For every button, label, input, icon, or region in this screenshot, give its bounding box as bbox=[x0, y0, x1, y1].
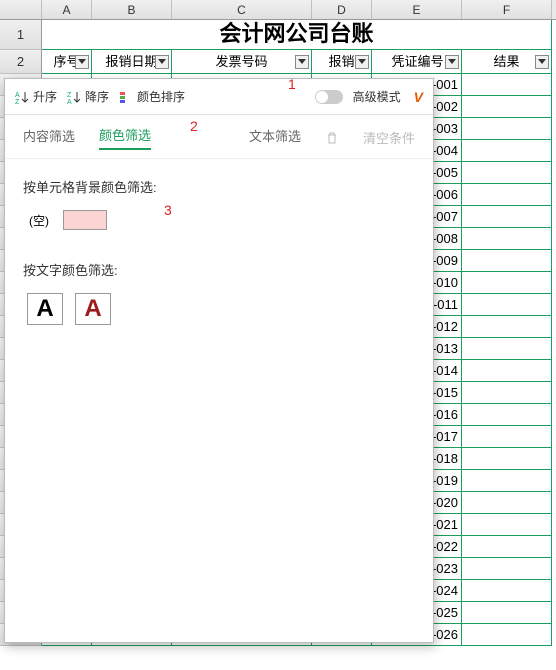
sort-desc-button[interactable]: ZA 降序 bbox=[67, 88, 109, 105]
col-A[interactable]: A bbox=[42, 0, 92, 19]
annotation-3: 3 bbox=[164, 202, 172, 218]
filter-btn-C[interactable] bbox=[295, 55, 309, 69]
cell-result[interactable] bbox=[462, 74, 552, 96]
filter-panel: AZ 升序 ZA 降序 颜色排序 高级模式 V 内容筛选 颜色筛选 文本筛选 清… bbox=[4, 78, 434, 643]
cell-result[interactable] bbox=[462, 96, 552, 118]
col-D[interactable]: D bbox=[312, 0, 372, 19]
panel-body: 按单元格背景颜色筛选: (空) 按文字颜色筛选: A A bbox=[5, 159, 433, 343]
cell-result[interactable] bbox=[462, 514, 552, 536]
svg-text:A: A bbox=[15, 92, 20, 99]
cell-result[interactable] bbox=[462, 426, 552, 448]
cell-result[interactable] bbox=[462, 206, 552, 228]
sort-desc-icon: ZA bbox=[67, 90, 81, 104]
sort-asc-button[interactable]: AZ 升序 bbox=[15, 88, 57, 105]
color-sort-icon bbox=[119, 90, 133, 104]
clear-conditions[interactable]: 清空条件 bbox=[363, 128, 415, 147]
svg-text:A: A bbox=[67, 99, 72, 104]
advanced-label: 高级模式 bbox=[353, 88, 401, 105]
header-result[interactable]: 结果 bbox=[462, 50, 552, 74]
header-person[interactable]: 报销 bbox=[312, 50, 372, 74]
vip-badge: V bbox=[414, 89, 423, 105]
color-sort-button[interactable]: 颜色排序 bbox=[119, 88, 185, 105]
cell-result[interactable] bbox=[462, 294, 552, 316]
cell-result[interactable] bbox=[462, 470, 552, 492]
font-color-red[interactable]: A bbox=[75, 293, 111, 325]
title-cell[interactable]: 会计网公司台账 bbox=[42, 20, 552, 50]
filter-btn-D[interactable] bbox=[355, 55, 369, 69]
cell-result[interactable] bbox=[462, 624, 552, 646]
header-result-label: 结果 bbox=[493, 54, 519, 69]
annotation-1: 1 bbox=[288, 76, 296, 92]
cell-result[interactable] bbox=[462, 338, 552, 360]
filter-btn-B[interactable] bbox=[155, 55, 169, 69]
font-color-black[interactable]: A bbox=[27, 293, 63, 325]
trash-icon bbox=[325, 131, 339, 145]
header-date[interactable]: 报销日期 bbox=[92, 50, 172, 74]
col-E[interactable]: E bbox=[372, 0, 462, 19]
row-2: 2 序号 报销日期 发票号码 报销 凭证编号 结果 bbox=[0, 50, 556, 74]
tab-content-filter[interactable]: 内容筛选 bbox=[23, 126, 75, 149]
cell-result[interactable] bbox=[462, 316, 552, 338]
cell-result[interactable] bbox=[462, 250, 552, 272]
sort-desc-label: 降序 bbox=[85, 88, 109, 105]
header-voucher[interactable]: 凭证编号 bbox=[372, 50, 462, 74]
cell-result[interactable] bbox=[462, 404, 552, 426]
cell-result[interactable] bbox=[462, 492, 552, 514]
tab-color-filter[interactable]: 颜色筛选 bbox=[99, 125, 151, 150]
svg-text:Z: Z bbox=[15, 99, 20, 104]
color-swatch-pink[interactable] bbox=[63, 210, 107, 230]
filter-tabs: 内容筛选 颜色筛选 文本筛选 清空条件 bbox=[5, 115, 433, 159]
cell-result[interactable] bbox=[462, 272, 552, 294]
cell-result[interactable] bbox=[462, 118, 552, 140]
header-date-label: 报销日期 bbox=[105, 54, 157, 69]
corner-cell bbox=[0, 0, 42, 19]
cell-result[interactable] bbox=[462, 382, 552, 404]
header-invoice[interactable]: 发票号码 bbox=[172, 50, 312, 74]
cell-result[interactable] bbox=[462, 448, 552, 470]
cell-result[interactable] bbox=[462, 162, 552, 184]
sort-asc-label: 升序 bbox=[33, 88, 57, 105]
bg-color-section-label: 按单元格背景颜色筛选: bbox=[23, 177, 415, 196]
filter-btn-A[interactable] bbox=[75, 55, 89, 69]
cell-result[interactable] bbox=[462, 536, 552, 558]
header-person-label: 报销 bbox=[328, 54, 354, 69]
col-F[interactable]: F bbox=[462, 0, 552, 19]
cell-result[interactable] bbox=[462, 184, 552, 206]
cell-result[interactable] bbox=[462, 580, 552, 602]
cell-result[interactable] bbox=[462, 360, 552, 382]
cell-result[interactable] bbox=[462, 602, 552, 624]
font-color-options: A A bbox=[27, 293, 415, 325]
advanced-toggle[interactable] bbox=[315, 90, 343, 104]
header-seq[interactable]: 序号 bbox=[42, 50, 92, 74]
row-head-1[interactable]: 1 bbox=[0, 20, 42, 50]
tab-text-filter[interactable]: 文本筛选 bbox=[249, 126, 301, 149]
cell-result[interactable] bbox=[462, 228, 552, 250]
svg-text:Z: Z bbox=[67, 92, 72, 99]
empty-option-label[interactable]: (空) bbox=[29, 212, 49, 229]
panel-toolbar: AZ 升序 ZA 降序 颜色排序 高级模式 V bbox=[5, 79, 433, 115]
row-head-2[interactable]: 2 bbox=[0, 50, 42, 74]
annotation-2: 2 bbox=[190, 118, 198, 134]
header-voucher-label: 凭证编号 bbox=[391, 54, 443, 69]
cell-result[interactable] bbox=[462, 558, 552, 580]
header-invoice-label: 发票号码 bbox=[215, 54, 267, 69]
font-color-section-label: 按文字颜色筛选: bbox=[23, 260, 415, 279]
column-headers: A B C D E F bbox=[0, 0, 556, 20]
cell-result[interactable] bbox=[462, 140, 552, 162]
color-sort-label: 颜色排序 bbox=[137, 88, 185, 105]
col-B[interactable]: B bbox=[92, 0, 172, 19]
filter-btn-E[interactable] bbox=[445, 55, 459, 69]
sort-asc-icon: AZ bbox=[15, 90, 29, 104]
row-1: 1 会计网公司台账 bbox=[0, 20, 556, 50]
col-C[interactable]: C bbox=[172, 0, 312, 19]
filter-btn-F[interactable] bbox=[535, 55, 549, 69]
bg-color-options: (空) bbox=[29, 210, 415, 230]
